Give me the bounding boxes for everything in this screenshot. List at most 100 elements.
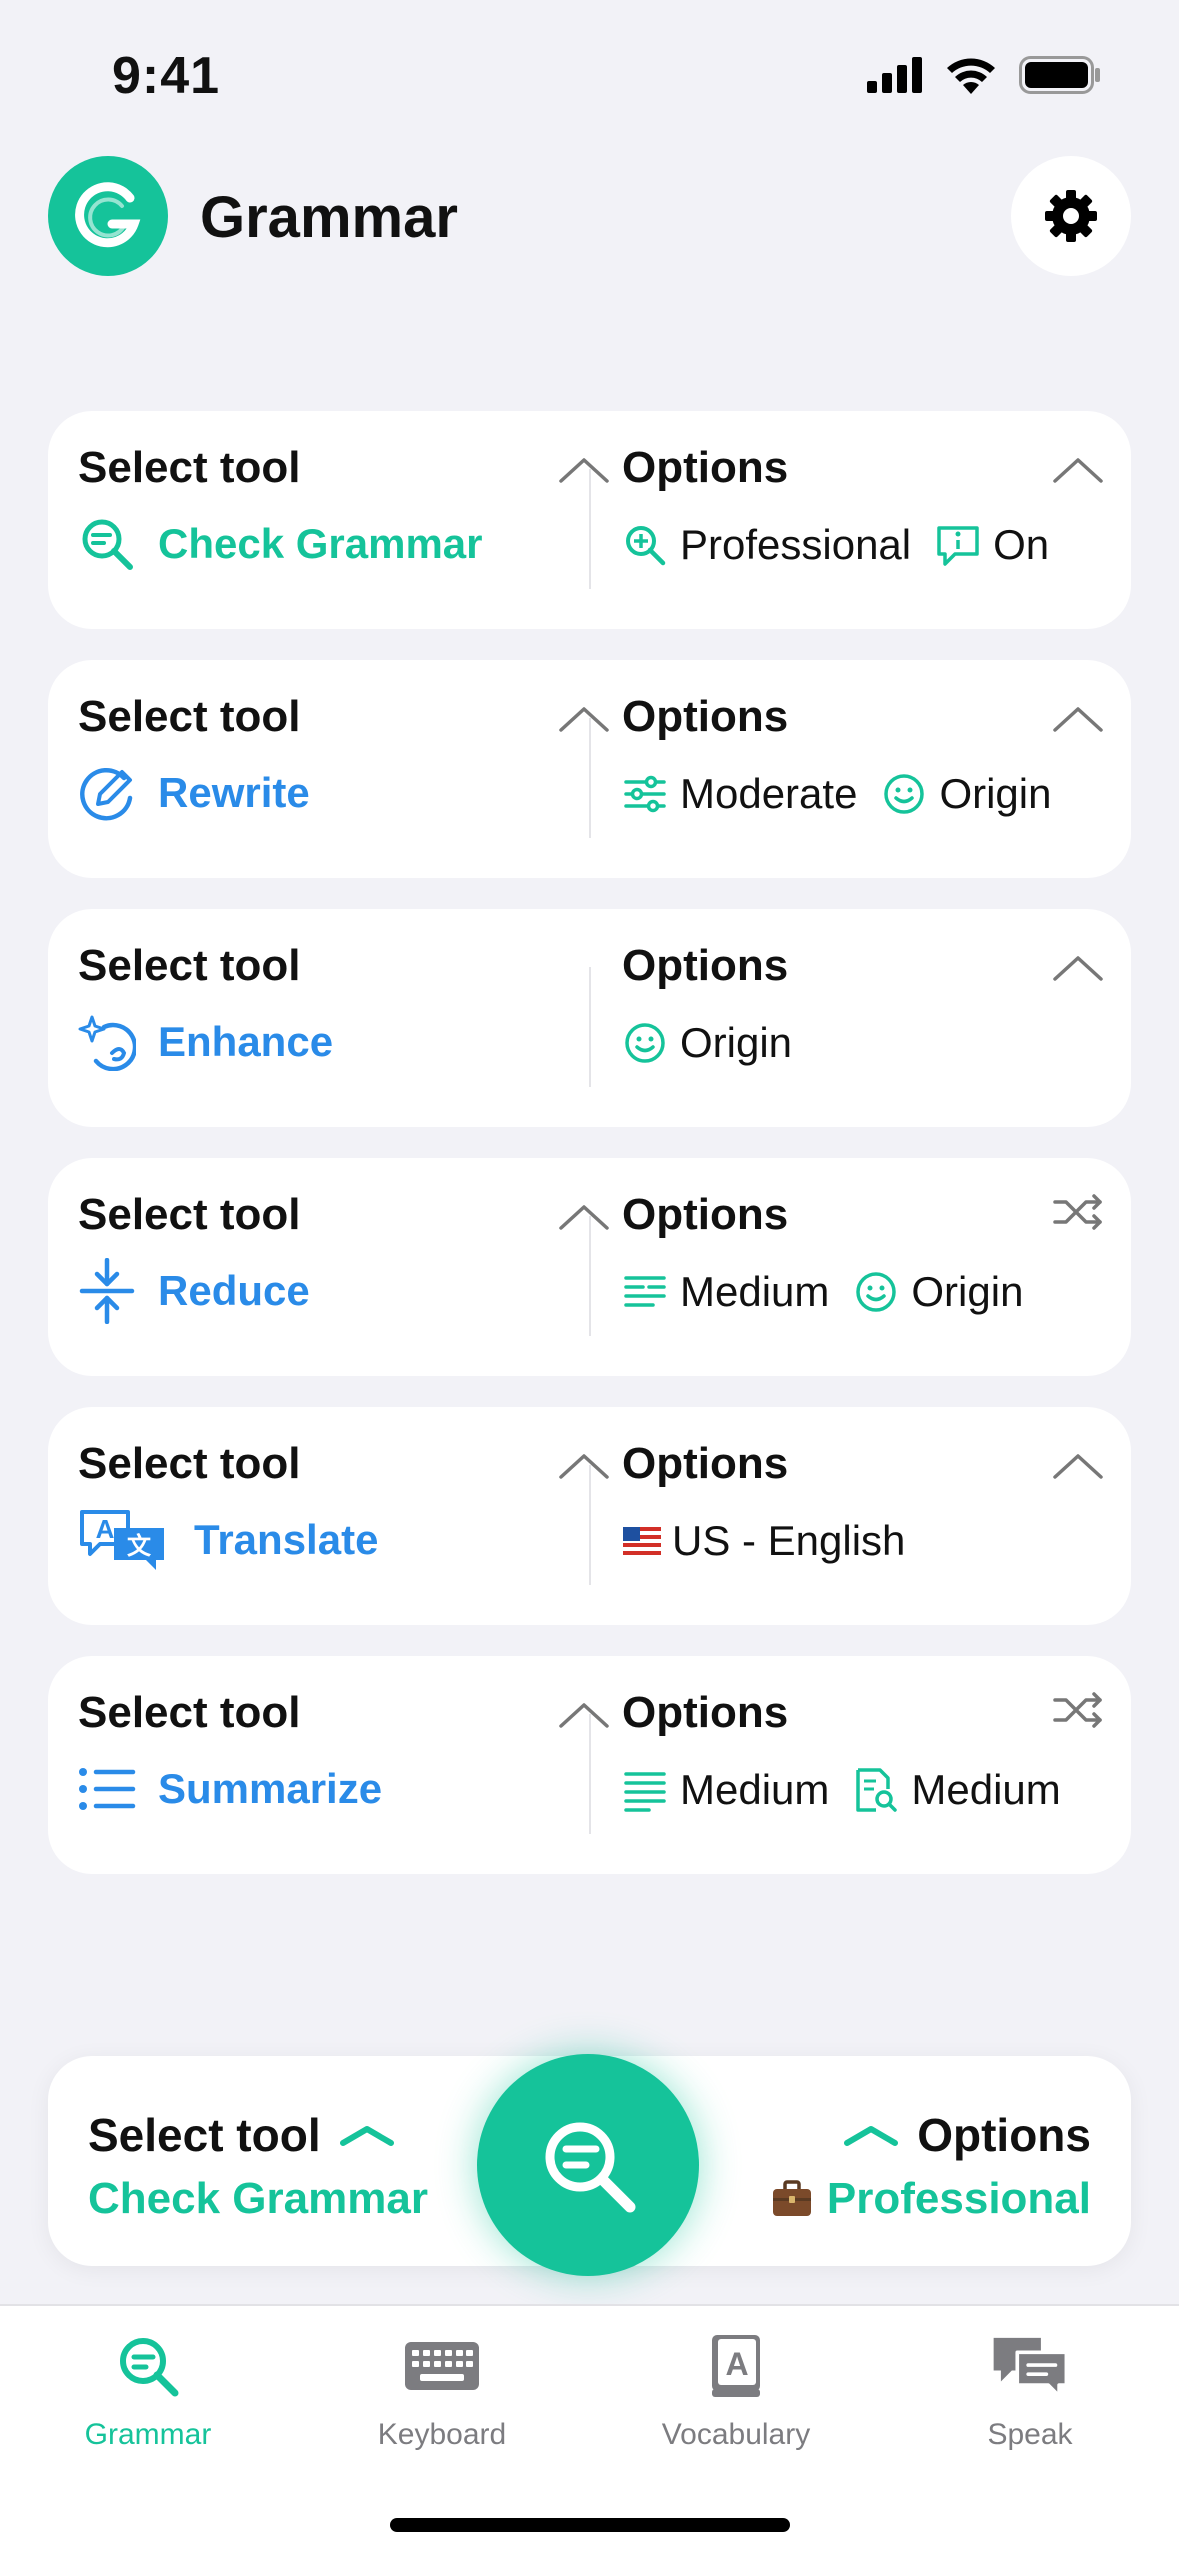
options-label: Options <box>622 1439 789 1488</box>
tool-name: Summarize <box>78 1760 382 1818</box>
tool-card-summarize: Select tool Summarize Options Medium Med… <box>48 1656 1131 1874</box>
tab-label: Vocabulary <box>661 2418 811 2451</box>
options-selector[interactable]: Options Medium Medium <box>622 1656 1112 1874</box>
zoom-plus-icon <box>622 522 668 568</box>
tab-speak[interactable]: Speak <box>910 2326 1150 2476</box>
tool-name: Check Grammar <box>78 515 483 573</box>
tab-grammar[interactable]: Grammar <box>28 2326 268 2476</box>
select-tool-label: Select tool <box>78 1190 301 1239</box>
gear-icon <box>1045 190 1097 242</box>
option-length: Medium <box>622 1766 829 1814</box>
options-label: Options <box>622 1688 789 1737</box>
compress-icon <box>78 1258 136 1324</box>
svg-text:A: A <box>725 2346 748 2382</box>
option-tone: Professional <box>622 521 911 569</box>
page-title: Grammar <box>200 185 458 250</box>
options-values: US - English <box>622 1517 929 1565</box>
battery-icon <box>1019 56 1100 94</box>
settings-button[interactable] <box>1011 156 1131 276</box>
chevron-up-icon <box>844 2126 899 2146</box>
card-divider <box>589 1465 591 1585</box>
select-tool-label: Select tool <box>78 1688 301 1737</box>
bottom-tool-selector[interactable]: Select tool <box>88 2108 395 2162</box>
check-grammar-fab[interactable] <box>477 2054 699 2276</box>
select-tool-label: Select tool <box>78 941 301 990</box>
options-label: Options <box>622 443 789 492</box>
document-search-icon <box>853 1767 899 1813</box>
card-divider <box>589 1714 591 1834</box>
list-icon <box>78 1760 136 1818</box>
select-tool-label: Select tool <box>78 692 301 741</box>
translate-icon: A文 <box>78 1510 168 1570</box>
grammarly-g-icon <box>75 182 141 248</box>
tool-name-text: Rewrite <box>158 769 310 816</box>
options-selector[interactable]: Options Professional On <box>622 411 1112 629</box>
tab-vocabulary[interactable]: A Vocabulary <box>616 2326 856 2476</box>
app-logo <box>48 156 168 276</box>
options-values: Medium Medium <box>622 1766 1085 1814</box>
tool-card-check-grammar: Select tool Check Grammar Options Profes… <box>48 411 1131 629</box>
option-length: Medium <box>622 1268 829 1316</box>
tool-card-translate: Select tool A文 Translate Options US - En… <box>48 1407 1131 1625</box>
option-text: Origin <box>939 770 1052 817</box>
option-style: Origin <box>853 1268 1023 1316</box>
options-values: Moderate Origin <box>622 770 1075 818</box>
option-style: Origin <box>881 770 1051 818</box>
tool-selector[interactable]: Select tool Summarize <box>78 1656 609 1874</box>
tool-name: Enhance <box>78 1013 333 1071</box>
chevron-up-icon[interactable] <box>1052 1451 1104 1481</box>
tool-card-rewrite: Select tool Rewrite Options Moderate Ori… <box>48 660 1131 878</box>
us-flag-icon <box>622 1518 662 1564</box>
chevron-up-icon[interactable] <box>558 1700 610 1730</box>
search-lines-icon <box>78 515 136 573</box>
tool-name-text: Summarize <box>158 1765 383 1812</box>
tab-label: Keyboard <box>377 2418 507 2451</box>
card-divider <box>589 469 591 589</box>
option-text: Medium <box>680 1766 830 1813</box>
option-text: On <box>993 521 1050 568</box>
shuffle-icon[interactable] <box>1052 1192 1104 1232</box>
option-text: Moderate <box>680 770 858 817</box>
options-selector[interactable]: Options Medium Origin <box>622 1158 1112 1376</box>
chevron-up-icon[interactable] <box>558 1202 610 1232</box>
tool-selector[interactable]: Select tool Rewrite <box>78 660 609 878</box>
bottom-tool-value[interactable]: Check Grammar <box>88 2174 428 2224</box>
bottom-options-value[interactable]: Professional <box>771 2174 1091 2224</box>
tool-selector[interactable]: Select tool Reduce <box>78 1158 609 1376</box>
chevron-up-icon <box>339 2126 394 2146</box>
shuffle-icon[interactable] <box>1052 1690 1104 1730</box>
smiley-icon <box>622 1020 668 1066</box>
tool-name: Rewrite <box>78 764 310 822</box>
tool-name: A文 Translate <box>78 1510 378 1570</box>
option-detail: Medium <box>853 1766 1061 1814</box>
chevron-up-icon[interactable] <box>1052 455 1104 485</box>
tab-keyboard[interactable]: Keyboard <box>322 2326 562 2476</box>
search-lines-icon <box>545 2122 636 2213</box>
options-label: Options <box>622 1190 789 1239</box>
chevron-up-icon[interactable] <box>1052 953 1104 983</box>
options-selector[interactable]: Options US - English <box>622 1407 1112 1625</box>
chevron-up-icon[interactable] <box>558 704 610 734</box>
options-selector[interactable]: Options Moderate Origin <box>622 660 1112 878</box>
options-values: Origin <box>622 1019 816 1067</box>
option-text: Professional <box>680 521 912 568</box>
chevron-up-icon[interactable] <box>1052 704 1104 734</box>
options-label: Options <box>622 692 789 741</box>
options-selector[interactable]: Options Origin <box>622 909 1112 1127</box>
keyboard-icon <box>402 2326 482 2406</box>
chevron-up-icon[interactable] <box>558 455 610 485</box>
briefcase-icon <box>772 2180 811 2216</box>
option-language: US - English <box>622 1517 905 1565</box>
tool-card-enhance: Select tool Enhance Options Origin <box>48 909 1131 1127</box>
chevron-up-icon[interactable] <box>558 1451 610 1481</box>
grammar-tab-icon <box>108 2326 188 2406</box>
options-label: Options <box>622 941 789 990</box>
tool-selector[interactable]: Select tool Enhance <box>78 909 598 1127</box>
tool-selector[interactable]: Select tool A文 Translate <box>78 1407 609 1625</box>
tool-selector[interactable]: Select tool Check Grammar <box>78 411 609 629</box>
vocabulary-book-icon: A <box>696 2326 776 2406</box>
card-divider <box>589 1216 591 1336</box>
app-header: Grammar <box>48 156 1131 276</box>
svg-text:A: A <box>96 1514 115 1544</box>
bottom-options-selector[interactable]: Options <box>843 2108 1091 2162</box>
